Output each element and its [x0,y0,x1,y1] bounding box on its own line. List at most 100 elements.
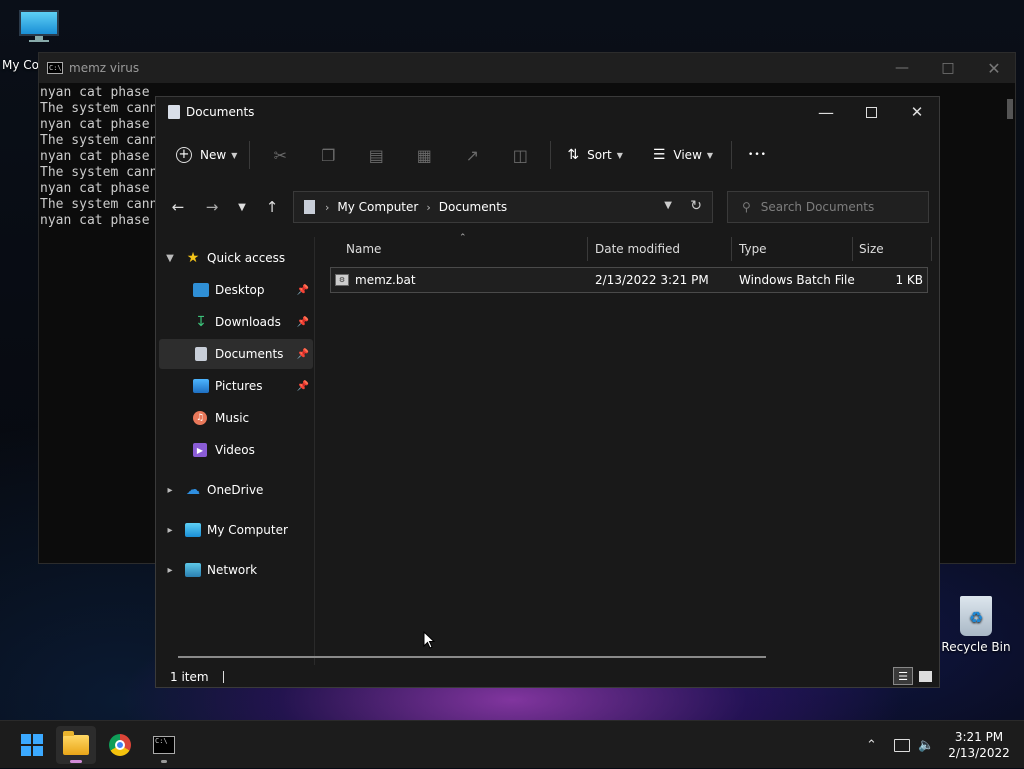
share-icon[interactable]: ↗ [448,139,496,171]
terminal-icon: C:\ [153,736,175,754]
sidebar-item-network[interactable]: ▸ Network [159,555,313,585]
desktop-icon-recycle-bin[interactable]: ♻ Recycle Bin [940,596,1012,654]
column-header-name[interactable]: Name [346,231,381,267]
console-line: The system cann [40,197,158,212]
paste-icon[interactable]: ▤ [352,139,400,171]
details-view-button[interactable]: ☰ [893,667,913,685]
file-size: 1 KB [895,273,923,287]
explorer-window[interactable]: Documents — ✕ + New ▼ ✂ ❐ ▤ ▦ ↗ ◫ ⇅ Sort… [155,96,940,688]
pane-splitter[interactable] [314,237,315,665]
sidebar-item-pictures[interactable]: Pictures 📌 [159,371,313,401]
large-icons-view-button[interactable] [915,667,935,685]
recent-locations-button[interactable]: ▼ [228,193,256,221]
chevron-down-icon[interactable]: ▼ [163,253,177,264]
up-button[interactable]: ↑ [258,193,286,221]
sidebar-item-onedrive[interactable]: ▸ ☁ OneDrive [159,475,313,505]
chevron-down-icon[interactable]: ▼ [664,200,672,211]
taskbar-command-prompt[interactable]: C:\ [144,726,184,764]
breadcrumb-my-computer[interactable]: My Computer [337,200,418,214]
start-button[interactable] [12,726,52,764]
sort-button[interactable]: ⇅ Sort ▼ [561,139,629,171]
column-divider[interactable] [931,237,932,261]
pin-icon[interactable]: 📌 [297,285,309,296]
rename-icon[interactable]: ▦ [400,139,448,171]
maximize-button[interactable] [848,97,894,127]
sidebar-item-downloads[interactable]: ↧ Downloads 📌 [159,307,313,337]
pictures-icon [193,379,209,393]
forward-button[interactable]: → [198,193,226,221]
console-line: nyan cat phase [40,85,150,100]
sidebar-item-quick-access[interactable]: ▼ ★ Quick access [159,243,313,273]
network-icon [185,563,201,577]
chevron-right-icon[interactable]: ▸ [163,525,177,536]
new-button[interactable]: + New ▼ [170,139,243,171]
refresh-icon[interactable]: ↻ [690,198,702,214]
taskbar-clock[interactable]: 3:21 PM 2/13/2022 [944,729,1014,761]
cut-icon[interactable]: ✂ [256,139,304,171]
star-icon: ★ [186,250,200,266]
network-status-icon[interactable] [894,721,910,769]
cmd-icon: C:\ [47,62,63,74]
console-maximize-button[interactable]: □ [925,53,971,83]
documents-icon [195,347,207,361]
pin-icon[interactable]: 📌 [297,317,309,328]
column-divider[interactable] [731,237,732,261]
taskbar-chrome[interactable] [100,726,140,764]
documents-icon [304,200,315,214]
divider [222,671,224,683]
explorer-title: Documents [186,105,255,119]
monitor-icon [19,10,59,42]
volume-icon[interactable]: 🔈 [918,721,934,769]
table-row[interactable]: ⚙ memz.bat 2/13/2022 3:21 PM Windows Bat… [330,267,928,293]
search-input[interactable] [760,200,921,214]
status-bar: 1 item ☰ [156,665,939,689]
search-icon: ⚲ [742,200,751,214]
console-titlebar[interactable]: C:\ memz virus [39,53,1015,83]
item-count: 1 item [170,670,209,684]
sidebar-item-videos[interactable]: ▶ Videos [159,435,313,465]
divider [550,141,552,169]
taskbar-file-explorer[interactable] [56,726,96,764]
sidebar-item-music[interactable]: ♫ Music [159,403,313,433]
breadcrumb-documents[interactable]: Documents [439,200,507,214]
sidebar-item-documents[interactable]: Documents 📌 [159,339,313,369]
console-title: memz virus [69,61,140,75]
column-header-size[interactable]: Size [859,231,884,267]
sidebar-item-label: OneDrive [207,483,264,497]
column-divider[interactable] [852,237,853,261]
delete-icon[interactable]: ◫ [496,139,544,171]
console-scrollbar[interactable] [1007,99,1013,119]
sidebar-item-label: Pictures [215,379,263,393]
pin-icon[interactable]: 📌 [297,381,309,392]
clock-time: 3:21 PM [954,730,1004,744]
batch-file-icon: ⚙ [335,274,349,286]
show-hidden-icons-button[interactable]: ⌃ [866,721,877,769]
sidebar-item-label: Network [207,563,258,577]
console-line: nyan cat phase [40,149,150,164]
horizontal-scrollbar[interactable] [178,656,766,658]
address-bar[interactable]: › My Computer › Documents ▼ ↻ [293,191,713,223]
back-button[interactable]: ← [164,193,192,221]
column-header-date-modified[interactable]: Date modified [595,231,680,267]
navigation-bar: ← → ▼ ↑ › My Computer › Documents ▼ ↻ ⚲ [156,189,939,225]
column-header-type[interactable]: Type [739,231,767,267]
file-list: ⌃ Name Date modified Type Size ⚙ memz.ba… [316,231,938,671]
pin-icon[interactable]: 📌 [297,349,309,360]
view-button[interactable]: ☰ View ▼ [647,139,719,171]
console-minimize-button[interactable]: — [879,53,925,83]
chevron-right-icon: › [426,200,431,214]
copy-icon[interactable]: ❐ [304,139,352,171]
chevron-right-icon[interactable]: ▸ [163,485,177,496]
sidebar-item-my-computer[interactable]: ▸ My Computer [159,515,313,545]
chrome-icon [109,734,131,756]
monitor-icon [185,523,201,537]
sidebar-item-desktop[interactable]: Desktop 📌 [159,275,313,305]
minimize-button[interactable]: — [803,97,849,127]
console-close-button[interactable]: ✕ [971,53,1017,83]
close-button[interactable]: ✕ [894,97,940,127]
column-divider[interactable] [587,237,588,261]
search-box[interactable]: ⚲ [727,191,929,223]
divider [731,141,733,169]
chevron-right-icon[interactable]: ▸ [163,565,177,576]
more-options-button[interactable]: ••• [742,139,773,171]
